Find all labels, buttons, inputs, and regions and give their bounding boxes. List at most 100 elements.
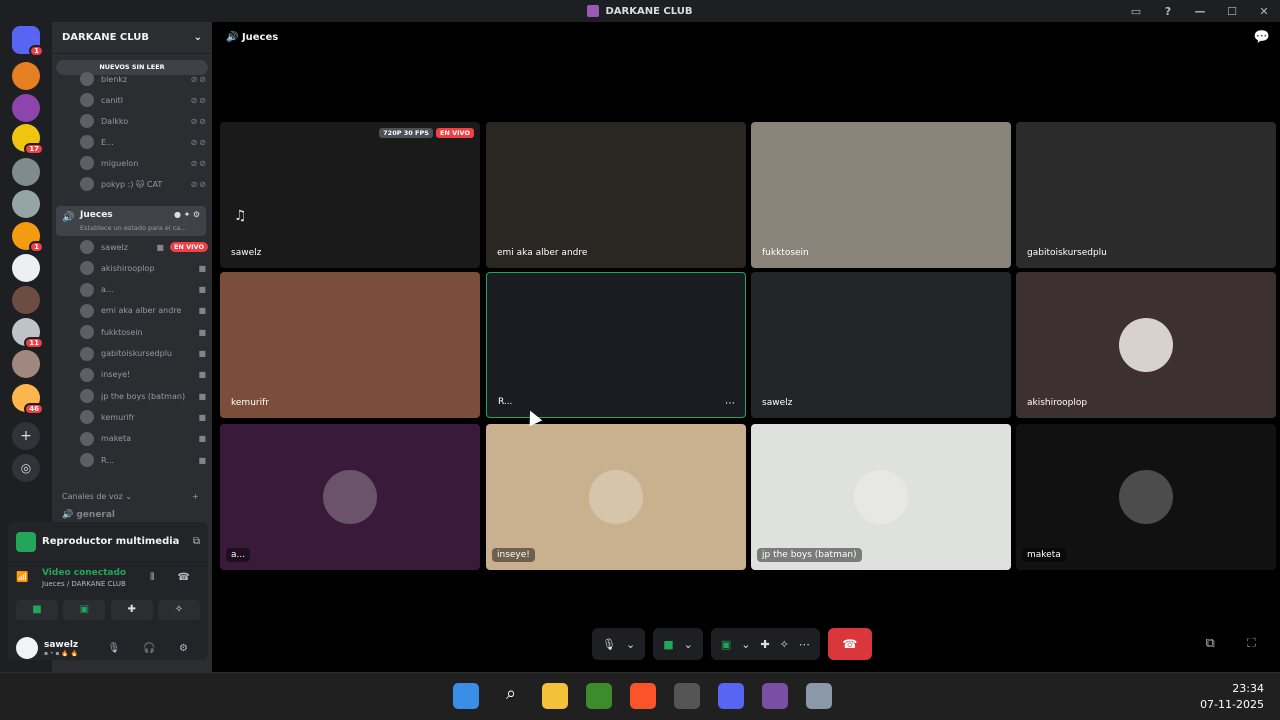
user-controls[interactable]: 🎙 🎧 ⚙ [108, 643, 198, 654]
voice-member[interactable]: maketa ■ [80, 430, 208, 448]
add-channel-icon[interactable]: + [192, 492, 199, 501]
settings-icon[interactable] [806, 683, 832, 709]
voice-member[interactable]: fukktosein ■ [80, 323, 208, 341]
avatar [80, 431, 94, 446]
clock[interactable]: 23:34 07-11-2025 [1200, 681, 1264, 713]
voice-member[interactable]: emi aka alber andre ■ [80, 302, 208, 320]
voice-member[interactable]: inseye! ■ [80, 366, 208, 384]
minecraft-icon[interactable] [586, 683, 612, 709]
inbox-icon[interactable]: ▭ [1120, 5, 1152, 18]
video-tile[interactable]: sawelz 720P 30 FPS EN VIVO ♫ [220, 122, 480, 268]
more-icon[interactable]: ⋯ [799, 638, 810, 651]
tile-label: maketa [1022, 548, 1066, 562]
chevron-down-icon[interactable]: ⌄ [741, 638, 750, 651]
avatar [80, 114, 94, 128]
video-tile[interactable]: akishirooplop [1016, 272, 1276, 418]
discord-icon[interactable] [718, 683, 744, 709]
user-name[interactable]: sawelz [44, 640, 78, 650]
voice-member[interactable]: miguelon ⊘⊘ [80, 154, 208, 172]
screen-share-button[interactable]: ▣ [63, 600, 106, 620]
voice-member[interactable]: a... ■ [80, 281, 208, 299]
server-icon-server-6[interactable]: 1 [12, 222, 44, 253]
video-tile[interactable]: R... ⋯ [486, 272, 746, 418]
voice-member[interactable]: akishirooplop ■ [80, 259, 208, 277]
video-tile[interactable]: a... [220, 424, 480, 570]
obs-icon[interactable] [674, 683, 700, 709]
video-tile[interactable]: kemurifr [220, 272, 480, 418]
mic-control[interactable]: 🎙 ⌄ [592, 628, 646, 660]
server-icon-server-8[interactable] [12, 286, 40, 314]
hang-up-button[interactable]: ☎ [827, 628, 872, 660]
more-icon[interactable]: ⋯ [725, 398, 735, 409]
chat-icon[interactable]: 💬 [1254, 30, 1270, 45]
user-avatar[interactable] [16, 637, 38, 659]
voice-member[interactable]: canitl ⊘⊘ [80, 91, 208, 109]
member-name: inseye! [101, 370, 131, 380]
chevron-down-icon[interactable]: ⌄ [684, 638, 693, 651]
minimize-button[interactable]: — [1184, 5, 1216, 18]
video-tile[interactable]: sawelz [751, 272, 1011, 418]
activities-icon[interactable]: ✚ [760, 638, 769, 651]
voice-member[interactable]: jp the boys (batman) ■ [80, 387, 208, 405]
video-tile[interactable]: emi aka alber andre [486, 122, 746, 268]
channel-general[interactable]: 🔊 general [62, 510, 115, 520]
stage-tools[interactable]: ⧉ ⛶ [1205, 636, 1270, 651]
signal-icon[interactable]: 📶 [16, 572, 28, 583]
voice-member[interactable]: gabitoiskursedplu ■ [80, 345, 208, 363]
media-player-icon[interactable] [762, 683, 788, 709]
close-button[interactable]: ✕ [1248, 5, 1280, 18]
discover-icon[interactable]: ◎ [12, 454, 40, 482]
share-control[interactable]: ▣ ⌄ ✚ ✧ ⋯ [710, 628, 820, 660]
video-tile[interactable]: inseye! [486, 424, 746, 570]
voice-member[interactable]: blenkz ⊘⊘ [80, 70, 208, 88]
voice-member[interactable]: sawelz ■ EN VIVO [80, 238, 208, 256]
video-tile[interactable]: maketa [1016, 424, 1276, 570]
camera-control[interactable]: ■ ⌄ [653, 628, 703, 660]
channel-tools[interactable]: ● ✦ ⚙ [174, 210, 200, 219]
activities-button[interactable]: ✚ [110, 600, 153, 620]
voice-member[interactable]: pokyp :) 🐱 CAT ⊘⊘ [80, 175, 208, 193]
server-icon-server-5[interactable] [12, 190, 40, 218]
server-icon-server-7[interactable] [12, 254, 40, 282]
windows-start-icon[interactable] [453, 683, 479, 709]
video-tile[interactable]: gabitoiskursedplu [1016, 122, 1276, 268]
soundboard-button[interactable]: ✧ [157, 600, 200, 620]
server-header[interactable]: DARKANE CLUB ⌄ [52, 22, 212, 54]
camera-icon[interactable]: ■ [663, 638, 673, 651]
screen-share-icon[interactable]: ▣ [721, 638, 731, 651]
help-icon[interactable]: ? [1152, 5, 1184, 18]
video-tile[interactable]: jp the boys (batman) [751, 424, 1011, 570]
voice-member[interactable]: R... ■ [80, 451, 208, 469]
camera-button[interactable]: ■ [16, 600, 58, 620]
brave-icon[interactable] [630, 683, 656, 709]
disconnect-icons[interactable]: ⦀ ☎ [150, 572, 200, 583]
camera-icon: ■ [198, 327, 208, 337]
server-icon-server-11[interactable]: 46 [12, 384, 44, 415]
server-icon-server-4[interactable] [12, 158, 40, 186]
member-name: miguelon [101, 158, 139, 168]
server-icon-server-2[interactable] [12, 94, 40, 122]
stage-channel-title: Jueces [241, 32, 279, 43]
server-icon-discord-home[interactable]: 1 [12, 26, 44, 57]
voice-member[interactable]: kemurifr ■ [80, 408, 208, 426]
voice-channel-jueces[interactable]: 🔊 Jueces Establece un estado para el ca.… [56, 206, 206, 236]
server-icon-server-10[interactable] [12, 350, 40, 378]
popout-icon[interactable]: ⧉ [193, 536, 200, 547]
add-server-icon[interactable]: + [12, 422, 40, 450]
search-icon[interactable]: ⌕ [498, 683, 524, 709]
tile-label: inseye! [492, 548, 535, 562]
media-player-bar[interactable]: Reproductor multimedia ⧉ [8, 522, 208, 562]
chevron-down-icon[interactable]: ⌄ [626, 638, 635, 651]
server-icon-server-9[interactable]: 11 [12, 318, 44, 349]
voice-channel-status[interactable]: Establece un estado para el ca... [80, 224, 186, 232]
server-icon-server-1[interactable] [12, 62, 40, 90]
file-explorer-icon[interactable] [542, 683, 568, 709]
microphone-icon[interactable]: 🎙 [602, 638, 616, 651]
voice-member[interactable]: E... ⊘⊘ [80, 133, 208, 151]
video-tile[interactable]: fukktosein [751, 122, 1011, 268]
voice-member[interactable]: Dalkko ⊘⊘ [80, 112, 208, 130]
soundboard-icon[interactable]: ✧ [780, 638, 789, 651]
server-icon-server-3[interactable]: 17 [12, 124, 44, 155]
maximize-button[interactable]: ☐ [1216, 5, 1248, 18]
voice-category[interactable]: Canales de voz ⌄ [62, 492, 132, 501]
